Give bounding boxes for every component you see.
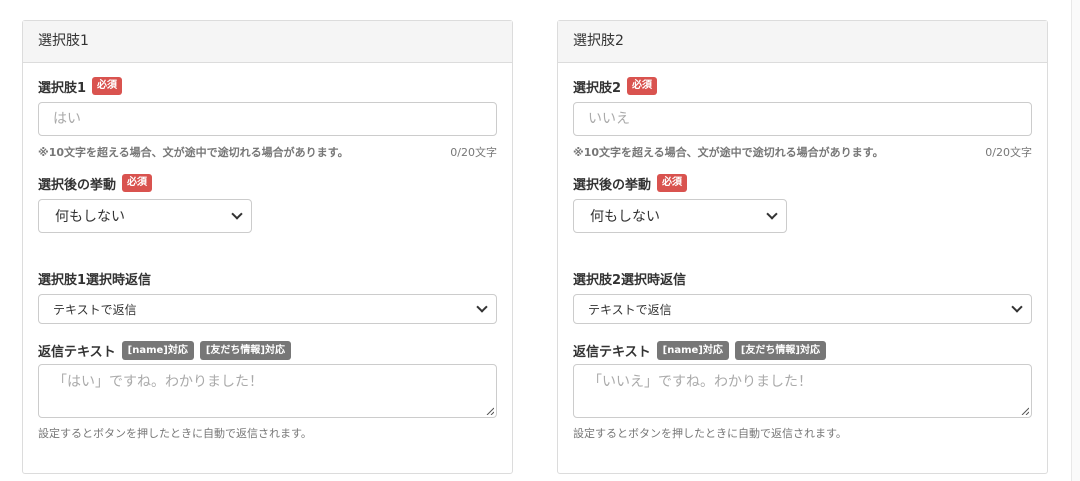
chevron-down-icon (766, 208, 778, 220)
char-counter: 0/20文字 (985, 146, 1032, 159)
length-note: ※10文字を超える場合、文が途中で途切れる場合があります。 (573, 146, 884, 159)
reply-type-value: テキストで返信 (53, 302, 137, 317)
panel-header: 選択肢1 (23, 21, 512, 63)
behavior-label: 選択後の挙動 必須 (573, 173, 688, 193)
char-counter: 0/20文字 (450, 146, 497, 159)
reply-text-label-text: 返信テキスト (573, 344, 651, 360)
behavior-label-text: 選択後の挙動 (38, 177, 117, 193)
chevron-down-icon (1011, 301, 1023, 313)
required-badge: 必須 (627, 77, 658, 95)
required-badge: 必須 (122, 174, 153, 192)
reply-type-select[interactable]: テキストで返信 (573, 294, 1032, 324)
resize-handle-icon[interactable] (486, 407, 494, 415)
reply-label: 選択肢2選択時返信 (573, 268, 686, 288)
behavior-select-value: 何もしない (55, 209, 125, 225)
chevron-down-icon (231, 208, 243, 220)
friend-info-tag-badge: [友だち情報]対応 (199, 340, 291, 360)
required-badge: 必須 (92, 77, 123, 95)
reply-textarea-placeholder: 「はい」ですね。わかりました！ (53, 374, 263, 390)
reply-help-text: 設定するとボタンを押したときに自動で返信されます。 (573, 427, 847, 440)
reply-textarea[interactable]: 「いいえ」ですね。わかりました！ (573, 364, 1032, 418)
reply-textarea-placeholder: 「いいえ」ですね。わかりました！ (588, 374, 812, 390)
behavior-select[interactable]: 何もしない (573, 199, 787, 233)
panel-header: 選択肢2 (558, 21, 1047, 63)
choice-label-text: 選択肢2 (573, 80, 622, 96)
chevron-down-icon (476, 301, 488, 313)
resize-handle-icon[interactable] (1021, 407, 1029, 415)
reply-type-select[interactable]: テキストで返信 (38, 294, 497, 324)
reply-help-text: 設定するとボタンを押したときに自動で返信されます。 (38, 427, 312, 440)
friend-info-tag-badge: [友だち情報]対応 (734, 340, 826, 360)
choice-panel-1: 選択肢1 選択肢1 必須 ※10文字を超える場合、文が途中で途切れる場合がありま… (22, 20, 513, 474)
reply-label-text: 選択肢2選択時返信 (573, 272, 687, 288)
behavior-select-value: 何もしない (590, 209, 660, 225)
choice-text-input[interactable] (573, 102, 1032, 136)
choice-label: 選択肢1 必須 (38, 76, 123, 96)
reply-textarea[interactable]: 「はい」ですね。わかりました！ (38, 364, 497, 418)
name-tag-badge: [name]対応 (656, 340, 729, 360)
reply-type-value: テキストで返信 (588, 302, 672, 317)
required-badge: 必須 (657, 174, 688, 192)
length-note: ※10文字を超える場合、文が途中で途切れる場合があります。 (38, 146, 349, 159)
behavior-label: 選択後の挙動 必須 (38, 173, 153, 193)
choice-label: 選択肢2 必須 (573, 76, 658, 96)
reply-text-label: 返信テキスト [name]対応 [友だち情報]対応 (573, 340, 826, 360)
scrollbar-track[interactable] (1071, 0, 1080, 481)
choice-panel-2: 選択肢2 選択肢2 必須 ※10文字を超える場合、文が途中で途切れる場合がありま… (557, 20, 1048, 474)
reply-text-label: 返信テキスト [name]対応 [友だち情報]対応 (38, 340, 291, 360)
choice-text-input[interactable] (38, 102, 497, 136)
name-tag-badge: [name]対応 (121, 340, 194, 360)
behavior-select[interactable]: 何もしない (38, 199, 252, 233)
choice-label-text: 選択肢1 (38, 80, 87, 96)
reply-label: 選択肢1選択時返信 (38, 268, 151, 288)
reply-text-label-text: 返信テキスト (38, 344, 116, 360)
behavior-label-text: 選択後の挙動 (573, 177, 652, 193)
reply-label-text: 選択肢1選択時返信 (38, 272, 152, 288)
